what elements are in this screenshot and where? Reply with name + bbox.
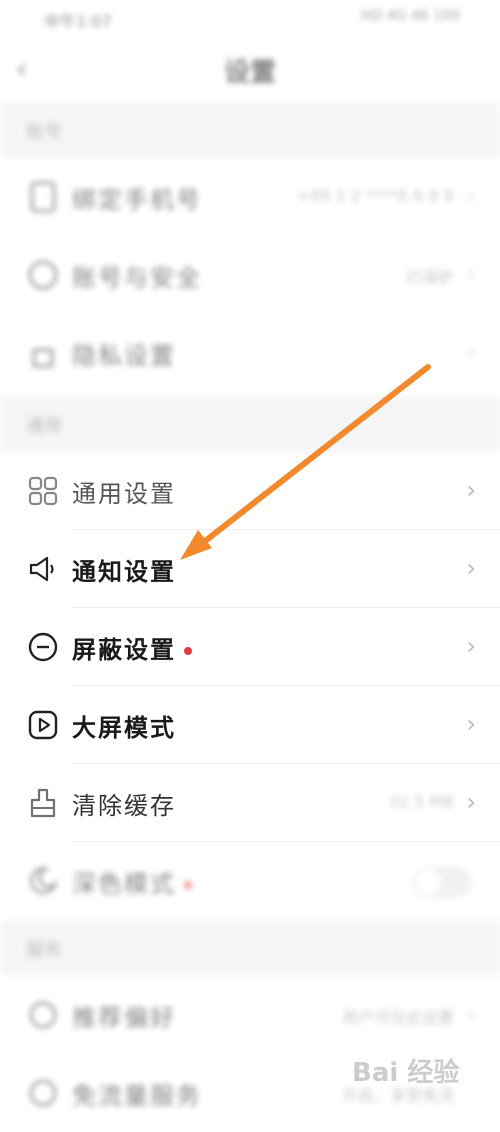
row-label: 大屏模式 [72, 714, 176, 742]
section-header-account: 账号 [0, 102, 500, 158]
brush-icon [30, 788, 56, 818]
row-label: 深色模式 [72, 864, 192, 899]
status-bar: 中午1:07 HD 4G 46 100 [0, 0, 500, 36]
chevron-right-icon: › [466, 788, 476, 816]
row-value: +86 1 2 ****6 6 8 8 [296, 186, 454, 205]
speaker-icon [29, 556, 54, 582]
settings-row-large-screen[interactable]: 大屏模式 › [0, 686, 500, 764]
page-title: 设置 [223, 58, 276, 88]
settings-row-general[interactable]: 通用设置 › [0, 452, 500, 530]
status-time: 中午1:07 [44, 12, 112, 31]
chevron-right-icon: › [466, 632, 476, 660]
settings-row-clear-cache[interactable]: 清除缓存 32.5 MB › [0, 764, 500, 842]
lock-icon [32, 348, 54, 368]
row-label: 通知设置 [72, 558, 176, 586]
settings-row-recommend[interactable]: 推荐偏好 用户可在此设置 › [0, 976, 500, 1054]
settings-row-block[interactable]: 屏蔽设置 › [0, 608, 500, 686]
chevron-right-icon: › [466, 554, 476, 582]
settings-row-account-security[interactable]: 账号与安全 已保护 › [0, 236, 500, 314]
row-label: 隐私设置 [72, 342, 176, 370]
chevron-right-icon: › [466, 338, 476, 366]
minus-circle-icon [28, 632, 58, 662]
notification-dot [184, 647, 192, 655]
row-value: 用户可在此设置 [341, 1008, 454, 1027]
chevron-right-icon: › [466, 182, 476, 210]
watermark: Bai 经验 [352, 1058, 460, 1088]
settings-row-notification[interactable]: 通知设置 › [0, 530, 500, 608]
dark-mode-toggle[interactable] [412, 866, 472, 898]
row-label: 通用设置 [72, 480, 176, 508]
chevron-right-icon: › [466, 1000, 476, 1028]
phone-icon [30, 181, 56, 213]
row-label: 账号与安全 [72, 264, 202, 292]
nav-bar: ‹ 设置 [0, 36, 500, 102]
chevron-right-icon: › [466, 476, 476, 504]
row-label: 清除缓存 [72, 792, 176, 820]
settings-row-dark-mode[interactable]: 深色模式 [0, 842, 500, 920]
settings-row-bind-phone[interactable]: 绑定手机号 +86 1 2 ****6 6 8 8 › [0, 158, 500, 236]
grid-icon [28, 476, 58, 506]
notification-dot [184, 881, 192, 889]
globe-icon [29, 1079, 57, 1107]
moon-icon [30, 867, 58, 894]
shield-icon [28, 260, 58, 290]
row-label: 推荐偏好 [72, 1004, 176, 1032]
section-header-general: 通用 [0, 396, 500, 452]
status-indicators: HD 4G 46 100 [361, 8, 460, 24]
section-header-about: 服务 [0, 920, 500, 976]
settings-row-privacy[interactable]: 隐私设置 › [0, 314, 500, 392]
row-label: 绑定手机号 [72, 186, 202, 214]
row-label: 屏蔽设置 [72, 630, 192, 665]
chevron-right-icon: › [466, 260, 476, 288]
row-label: 免流量服务 [72, 1082, 202, 1110]
row-value: 32.5 MB [388, 792, 455, 811]
heart-icon [29, 1001, 57, 1029]
play-icon [28, 710, 58, 740]
row-value: 已保护 [405, 268, 454, 287]
chevron-right-icon: › [466, 710, 476, 738]
